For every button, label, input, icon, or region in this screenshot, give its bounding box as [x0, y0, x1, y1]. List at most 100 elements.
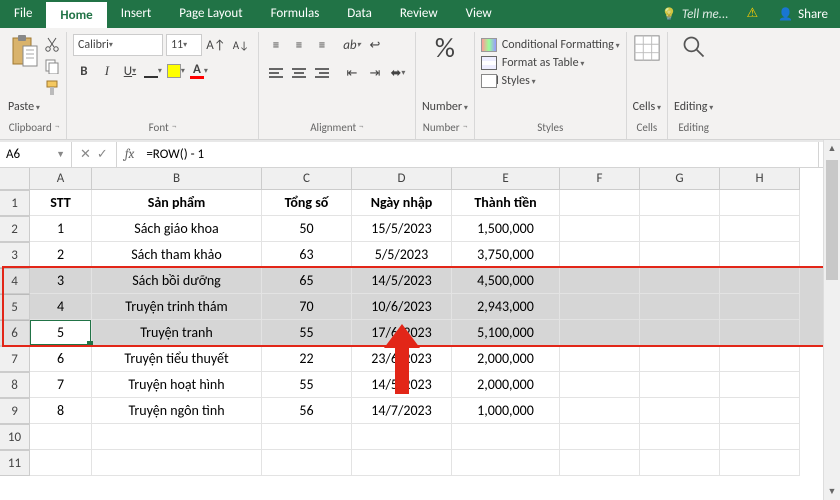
cell[interactable]	[720, 190, 800, 216]
cell[interactable]	[720, 346, 800, 372]
cell-ts[interactable]: 65	[262, 268, 352, 294]
accept-formula-icon[interactable]: ✓	[97, 147, 108, 162]
cell[interactable]	[720, 372, 800, 398]
col-header-C[interactable]: C	[262, 168, 352, 190]
header-nn[interactable]: Ngày nhập	[352, 190, 452, 216]
cell[interactable]	[560, 424, 640, 450]
row-header-11[interactable]: 11	[0, 450, 30, 476]
decrease-indent-icon[interactable]: ⇤	[341, 62, 363, 84]
tab-data[interactable]: Data	[333, 0, 386, 28]
format-painter-icon[interactable]	[44, 80, 60, 96]
col-header-E[interactable]: E	[452, 168, 560, 190]
cell[interactable]	[560, 320, 640, 346]
font-name-select[interactable]: Calibri	[73, 34, 163, 56]
col-header-B[interactable]: B	[92, 168, 262, 190]
cell[interactable]	[720, 268, 800, 294]
cell-tt[interactable]: 2,000,000	[452, 346, 560, 372]
cancel-formula-icon[interactable]: ✕	[80, 147, 91, 162]
border-button[interactable]	[142, 60, 164, 82]
cell-ts[interactable]: 63	[262, 242, 352, 268]
cell-nn[interactable]: 10/6/2023	[352, 294, 452, 320]
cell-stt[interactable]: 6	[30, 346, 92, 372]
wrap-text-icon[interactable]: ↩	[364, 34, 386, 56]
row-header-4[interactable]: 4	[0, 268, 30, 294]
cell-nn[interactable]: 15/5/2023	[352, 216, 452, 242]
tell-me[interactable]: Tell me...	[652, 0, 739, 28]
row-header-2[interactable]: 2	[0, 216, 30, 242]
cell[interactable]	[560, 242, 640, 268]
cell[interactable]	[262, 424, 352, 450]
cell-ts[interactable]: 55	[262, 320, 352, 346]
copy-icon[interactable]	[44, 58, 60, 74]
format-as-table-button[interactable]: Format as Table	[481, 56, 620, 70]
cell[interactable]	[640, 190, 720, 216]
cell[interactable]	[640, 294, 720, 320]
cell-stt[interactable]: 8	[30, 398, 92, 424]
row-header-9[interactable]: 9	[0, 398, 30, 424]
tab-insert[interactable]: Insert	[107, 0, 166, 28]
name-box[interactable]: A6▼	[0, 142, 72, 167]
cell[interactable]	[560, 398, 640, 424]
scroll-thumb[interactable]	[826, 160, 838, 280]
align-right-icon[interactable]	[311, 62, 333, 84]
cut-icon[interactable]	[44, 36, 60, 52]
cell[interactable]	[640, 320, 720, 346]
cell-tt[interactable]: 1,000,000	[452, 398, 560, 424]
worksheet[interactable]: ABCDEFGH1234567891011STTSản phẩmTổng sốN…	[0, 168, 840, 500]
cell[interactable]	[560, 372, 640, 398]
cell-sp[interactable]: Truyện trinh thám	[92, 294, 262, 320]
tab-file[interactable]: File	[0, 0, 46, 28]
row-header-6[interactable]: 6	[0, 320, 30, 346]
cell[interactable]	[720, 398, 800, 424]
underline-button[interactable]: U	[119, 60, 141, 82]
cell-ts[interactable]: 70	[262, 294, 352, 320]
cell-ts[interactable]: 22	[262, 346, 352, 372]
number-format-button[interactable]: % Number	[422, 34, 468, 114]
cell[interactable]	[452, 450, 560, 476]
row-header-5[interactable]: 5	[0, 294, 30, 320]
cell-nn[interactable]: 17/6/2023	[352, 320, 452, 346]
orientation-icon[interactable]: ab	[341, 34, 363, 56]
cell[interactable]	[560, 346, 640, 372]
cell[interactable]	[30, 424, 92, 450]
cell[interactable]	[720, 294, 800, 320]
header-tt[interactable]: Thành tiền	[452, 190, 560, 216]
col-header-F[interactable]: F	[560, 168, 640, 190]
row-header-1[interactable]: 1	[0, 190, 30, 216]
cell[interactable]	[560, 216, 640, 242]
col-header-G[interactable]: G	[640, 168, 720, 190]
increase-indent-icon[interactable]: ⇥	[364, 62, 386, 84]
cell[interactable]	[352, 450, 452, 476]
cell-sp[interactable]: Truyện tranh	[92, 320, 262, 346]
scroll-up-icon[interactable]: ▲	[824, 140, 840, 157]
editing-button[interactable]: Editing	[674, 34, 713, 114]
cell-sp[interactable]: Truyện tiểu thuyết	[92, 346, 262, 372]
cell-tt[interactable]: 1,500,000	[452, 216, 560, 242]
cells-button[interactable]: Cells	[633, 34, 661, 114]
col-header-H[interactable]: H	[720, 168, 800, 190]
warning-icon[interactable]	[739, 0, 767, 28]
italic-button[interactable]: I	[96, 60, 118, 82]
cell-tt[interactable]: 5,100,000	[452, 320, 560, 346]
cell[interactable]	[640, 424, 720, 450]
bold-button[interactable]: B	[73, 60, 95, 82]
cell[interactable]	[720, 242, 800, 268]
cell-nn[interactable]: 23/6/2023	[352, 346, 452, 372]
header-ts[interactable]: Tổng số	[262, 190, 352, 216]
cell[interactable]	[452, 424, 560, 450]
cell-stt[interactable]: 4	[30, 294, 92, 320]
cell[interactable]	[30, 450, 92, 476]
formula-input[interactable]: =ROW() - 1	[142, 142, 818, 167]
cell-sp[interactable]: Sách bồi dưỡng	[92, 268, 262, 294]
cell-stt[interactable]: 3	[30, 268, 92, 294]
cell[interactable]	[560, 190, 640, 216]
cell[interactable]	[720, 320, 800, 346]
cell-sp[interactable]: Truyện ngôn tình	[92, 398, 262, 424]
cell-tt[interactable]: 2,943,000	[452, 294, 560, 320]
cell-sp[interactable]: Sách giáo khoa	[92, 216, 262, 242]
col-header-D[interactable]: D	[352, 168, 452, 190]
cell[interactable]	[640, 346, 720, 372]
fill-color-button[interactable]	[165, 60, 187, 82]
fx-icon[interactable]: fx	[117, 142, 143, 167]
tab-formulas[interactable]: Formulas	[257, 0, 334, 28]
